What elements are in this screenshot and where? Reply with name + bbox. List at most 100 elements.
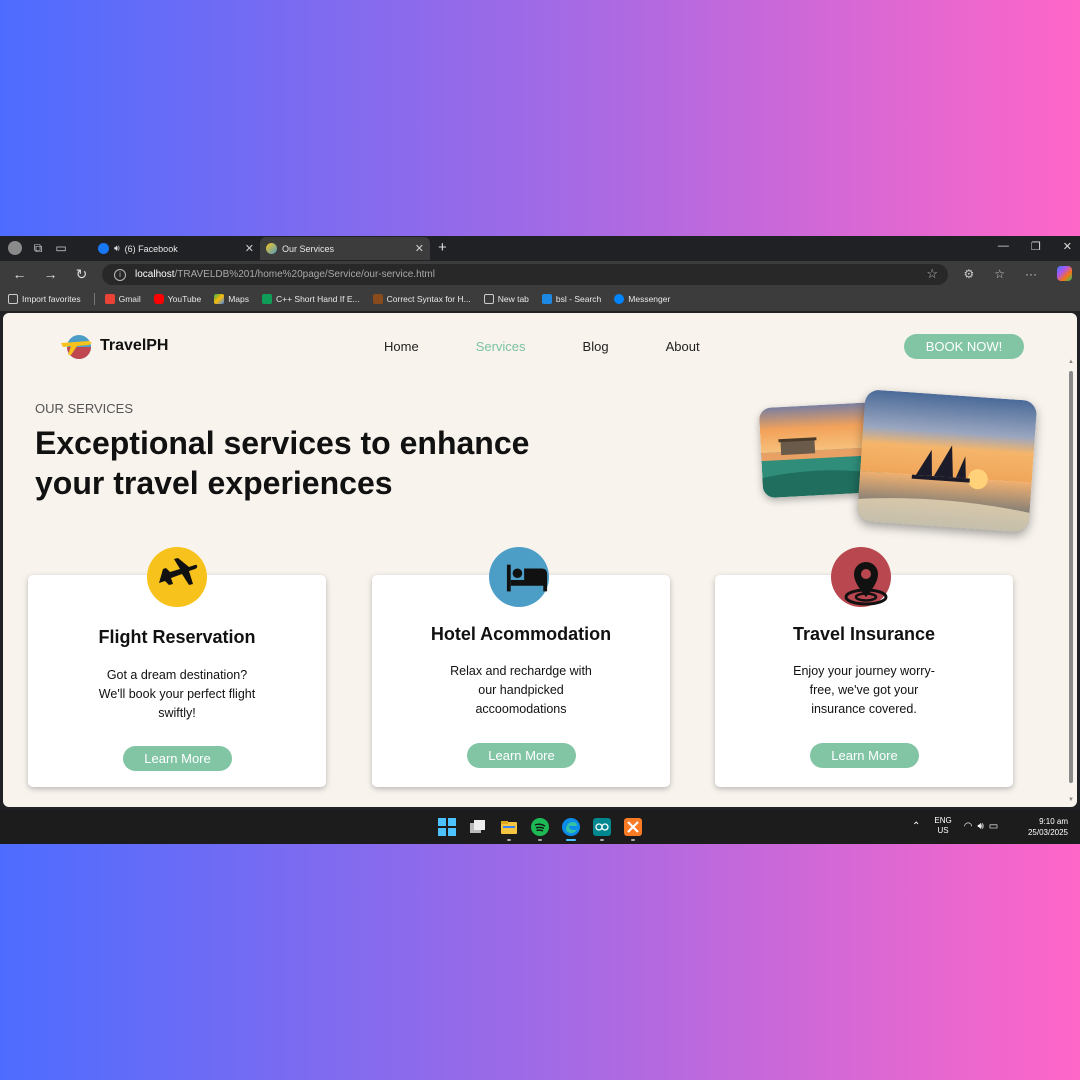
card-title: Travel Insurance <box>792 624 936 644</box>
chevron-up-icon[interactable]: ⌃ <box>912 821 920 832</box>
arduino-icon[interactable] <box>593 818 611 836</box>
minimize-icon[interactable]: — <box>998 240 1009 253</box>
page-viewport: TravelPH Home Services Blog About BOOK N… <box>3 313 1077 807</box>
battery-icon[interactable]: ▭ <box>989 821 998 832</box>
sailboat-photo-large <box>856 389 1038 533</box>
favorite-star-icon[interactable]: ☆ <box>926 266 938 282</box>
brand-name: TravelPH <box>100 337 169 354</box>
close-tab-icon[interactable]: ✕ <box>415 242 424 255</box>
wifi-icon[interactable]: ◠ <box>964 821 973 832</box>
spotify-icon[interactable] <box>531 818 549 836</box>
forward-icon[interactable]: → <box>35 266 66 282</box>
bookmarks-bar: Import favorites Gmail YouTube Maps C++ … <box>0 287 1080 311</box>
site-logo[interactable]: TravelPH <box>59 331 168 361</box>
back-icon[interactable]: ← <box>4 266 35 282</box>
extensions-icon[interactable]: ⚙ <box>963 267 974 281</box>
url-path: /TRAVELDB%201/home%20page/Service/our-se… <box>174 269 435 280</box>
card-title: Flight Reservation <box>98 627 256 647</box>
refresh-icon[interactable]: ↻ <box>66 266 97 283</box>
window-controls: — ❐ ✕ <box>998 240 1072 253</box>
page-headline: Exceptional services to enhance your tra… <box>35 425 530 501</box>
bookmark-import-favorites[interactable]: Import favorites <box>8 294 81 304</box>
profile-avatar[interactable] <box>8 241 22 255</box>
more-options-icon[interactable]: ··· <box>1025 267 1037 281</box>
site-icon <box>261 294 272 304</box>
bookmark-label: Messenger <box>628 294 671 304</box>
page-scrollbar[interactable]: ▲ ▼ <box>1067 313 1075 807</box>
speaker-icon[interactable]: 🔊︎ <box>114 243 120 254</box>
tab-actions-icon[interactable]: ▭ <box>54 241 68 255</box>
bookmark-cpp[interactable]: C++ Short Hand If E... <box>261 294 360 304</box>
running-indicator <box>538 839 542 841</box>
desktop-screen: ⧉ ▭ 🔊︎ (6) Facebook ✕ Our Services ✕ + —… <box>0 236 1080 844</box>
site-favicon-icon <box>266 243 277 254</box>
taskbar-clock[interactable]: 9:10 am 25/03/2025 <box>1028 816 1068 838</box>
tab-facebook[interactable]: 🔊︎ (6) Facebook ✕ <box>92 237 260 260</box>
bookmark-label: Maps <box>228 294 249 304</box>
new-tab-icon[interactable]: + <box>438 239 447 256</box>
bookmark-youtube[interactable]: YouTube <box>153 294 202 304</box>
language-indicator[interactable]: ENG US <box>934 816 951 836</box>
favorites-icon[interactable]: ☆ <box>994 267 1005 281</box>
windows-start-icon[interactable] <box>438 818 456 836</box>
language-code: ENG <box>934 816 952 825</box>
edge-icon[interactable] <box>562 818 580 836</box>
folder-icon <box>8 294 18 304</box>
nav-link-blog[interactable]: Blog <box>583 339 609 354</box>
bookmark-gmail[interactable]: Gmail <box>104 294 141 304</box>
bookmark-new-tab[interactable]: New tab <box>483 294 529 304</box>
airplane-icon <box>147 547 207 607</box>
bed-icon <box>489 547 549 607</box>
bookmark-label: YouTube <box>167 294 202 304</box>
learn-more-button[interactable]: Learn More <box>467 743 576 768</box>
book-now-button[interactable]: BOOK NOW! <box>904 334 1024 359</box>
workspaces-icon[interactable]: ⧉ <box>31 241 45 255</box>
toolbar-actions: ⚙ ☆ ··· <box>963 266 1072 281</box>
bing-icon <box>541 294 552 304</box>
site-icon <box>372 294 383 304</box>
bookmark-correct-syntax[interactable]: Correct Syntax for H... <box>372 294 471 304</box>
bookmark-label: bsl - Search <box>555 294 602 304</box>
youtube-icon <box>153 294 164 304</box>
scroll-up-icon[interactable]: ▲ <box>1068 359 1074 365</box>
restore-icon[interactable]: ❐ <box>1031 240 1041 253</box>
bookmark-bsl-search[interactable]: bsl - Search <box>541 294 602 304</box>
copilot-icon[interactable] <box>1057 266 1072 281</box>
url-host: localhost <box>135 269 175 280</box>
facebook-favicon-icon <box>98 243 109 254</box>
card-title: Hotel Acommodation <box>430 624 612 644</box>
bookmark-label: Gmail <box>118 294 141 304</box>
learn-more-button[interactable]: Learn More <box>810 743 919 768</box>
nav-link-services[interactable]: Services <box>476 339 526 354</box>
tab-title: (6) Facebook <box>124 243 178 254</box>
messenger-icon <box>614 294 625 304</box>
scrollbar-thumb[interactable] <box>1069 371 1073 783</box>
bookmark-label: New tab <box>497 294 529 304</box>
browser-toolbar: ← → ↻ i localhost/TRAVELDB%201/home%20pa… <box>0 261 1080 287</box>
close-window-icon[interactable]: ✕ <box>1063 240 1072 253</box>
new-tab-page-icon <box>483 294 494 304</box>
address-bar[interactable]: i localhost/TRAVELDB%201/home%20page/Ser… <box>102 264 948 285</box>
bookmark-divider <box>93 293 95 305</box>
bookmark-maps[interactable]: Maps <box>214 294 249 304</box>
tab-our-services[interactable]: Our Services ✕ <box>260 237 430 260</box>
site-info-icon[interactable]: i <box>114 268 126 281</box>
xampp-icon[interactable] <box>624 818 642 836</box>
nav-link-home[interactable]: Home <box>384 339 419 354</box>
system-tray: ⌃ ENG US ◠ 🔊︎ ▭ <box>912 816 998 836</box>
task-view-icon[interactable] <box>469 818 487 836</box>
nav-link-about[interactable]: About <box>666 339 700 354</box>
close-tab-icon[interactable]: ✕ <box>245 242 254 255</box>
gmail-icon <box>104 294 115 304</box>
volume-icon[interactable]: 🔊︎ <box>977 821 983 832</box>
service-card-insurance: Travel Insurance Enjoy your journey worr… <box>715 547 1013 787</box>
main-nav: Home Services Blog About <box>384 339 700 354</box>
learn-more-button[interactable]: Learn More <box>123 746 232 771</box>
section-eyebrow: OUR SERVICES <box>35 401 134 416</box>
scroll-down-icon[interactable]: ▼ <box>1068 797 1074 803</box>
bookmark-label: Correct Syntax for H... <box>386 294 471 304</box>
running-indicator <box>600 839 604 841</box>
file-explorer-icon[interactable] <box>500 818 518 836</box>
tab-title: Our Services <box>282 243 335 254</box>
bookmark-messenger[interactable]: Messenger <box>614 294 670 304</box>
